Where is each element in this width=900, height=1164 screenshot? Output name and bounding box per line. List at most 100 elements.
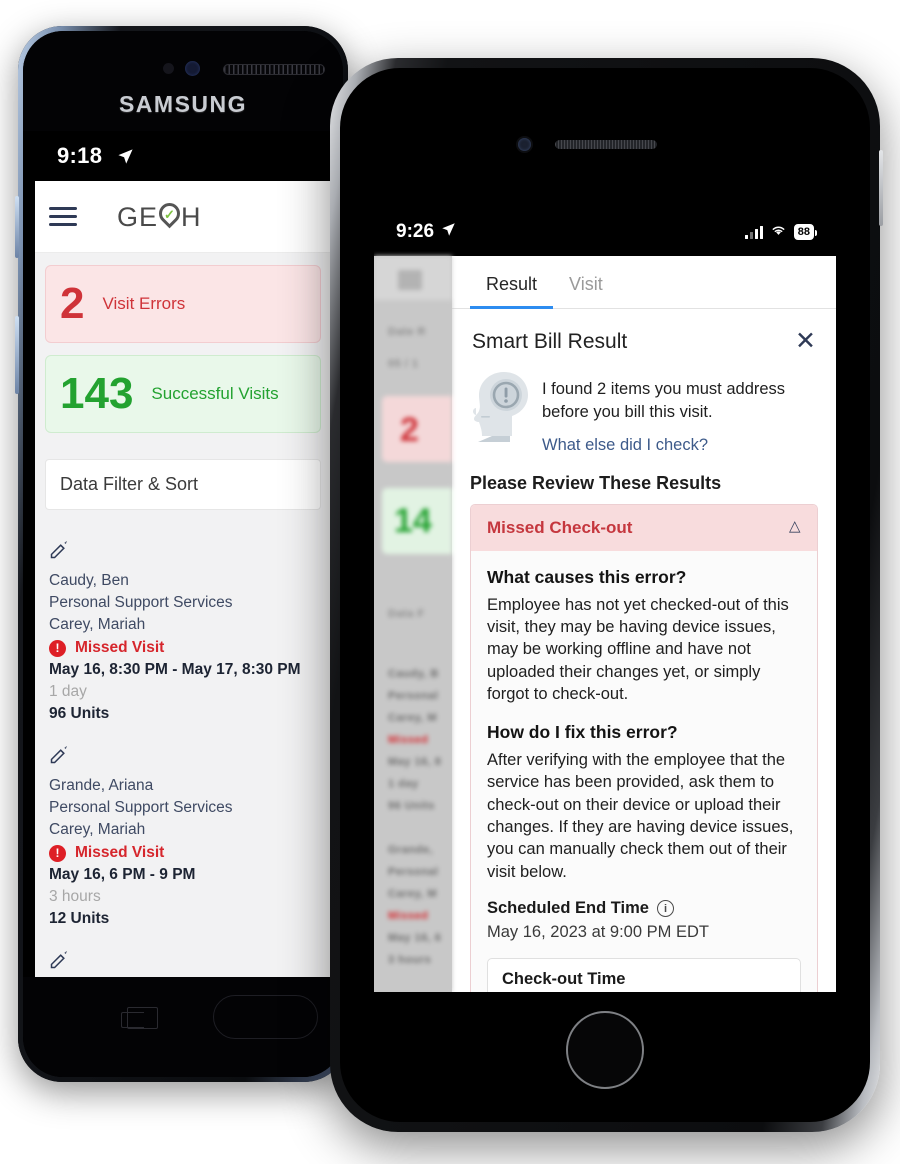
list-item[interactable]: Caudy, Ben Personal Support Services Car… [49, 526, 317, 731]
modal-tabs: Result Visit [452, 256, 836, 309]
visit-errors-label: Visit Errors [102, 294, 186, 313]
review-results-heading: Please Review These Results [470, 472, 722, 493]
location-arrow-icon [117, 145, 134, 171]
location-arrow-icon [441, 221, 456, 243]
samsung-top-bezel: SAMSUNG [23, 31, 343, 131]
visit-client-name: Grande, Ariana [49, 777, 154, 794]
data-filter-sort-bar[interactable]: Data Filter & Sort [45, 459, 321, 510]
earpiece-speaker-icon [555, 140, 657, 149]
backdrop-filter-label: Data F [388, 608, 425, 620]
backdrop-row-text: 1 day [388, 778, 419, 790]
successful-visits-count: 143 [60, 369, 134, 418]
backdrop-menu-icon [398, 270, 422, 290]
iphone-device: 9:26 88 Date R 05 / 1 2 14 Data F Caudy,… [330, 58, 883, 1132]
samsung-recents-button[interactable] [121, 1007, 158, 1029]
backdrop-row-text: Missed [388, 734, 429, 746]
visit-service: Personal Support Services [49, 594, 233, 611]
geoh-logo: GE ✓ H [117, 198, 202, 233]
tab-visit[interactable]: Visit [553, 256, 619, 308]
alert-circle-icon: ! [49, 844, 66, 862]
info-icon[interactable]: i [656, 900, 674, 918]
geoh-logo-right: H [181, 201, 202, 232]
answer-cause: Employee has not yet checked-out of this… [487, 595, 789, 704]
samsung-status-bar: 9:18 [35, 131, 331, 181]
status-badge: ! Missed Visit [49, 639, 317, 657]
front-camera-icon [185, 61, 200, 76]
visit-duration: 1 day [49, 683, 87, 700]
list-item[interactable]: Grande, Ariana Personal Support Services… [49, 731, 317, 936]
page-title: Smart Bill Result [472, 329, 628, 353]
iphone-content-body: Date R 05 / 1 2 14 Data F Caudy, B Person… [374, 256, 836, 992]
scheduled-end-time-value: May 16, 2023 at 9:00 PM EDT [487, 923, 709, 942]
ai-head-alert-icon [470, 368, 532, 444]
samsung-volume-up-button[interactable] [15, 196, 19, 258]
visit-units: 96 Units [49, 705, 110, 722]
iphone-status-bar: 9:26 88 [374, 208, 836, 256]
samsung-display: SAMSUNG 9:18 GE ✓ H 2 Visit Errors 143 S… [23, 31, 343, 1077]
samsung-volume-down-button[interactable] [15, 316, 19, 394]
accordion-missed-checkout: Missed Check-out ▽ What causes this erro… [470, 503, 818, 992]
backdrop-row-text: Personal [388, 866, 439, 878]
visit-client-name: Caudy, Ben [49, 572, 129, 589]
list-item[interactable]: Dixon, Jefferson L [49, 936, 317, 977]
visit-list: Caudy, Ben Personal Support Services Car… [35, 526, 331, 977]
status-badge: ! Missed Visit [49, 844, 317, 862]
samsung-bottom-bezel [23, 977, 343, 1077]
samsung-phone-device: SAMSUNG 9:18 GE ✓ H 2 Visit Errors 143 S… [15, 26, 348, 1082]
chevron-up-icon[interactable]: ▽ [789, 519, 801, 537]
geoh-app-screen: GE ✓ H 2 Visit Errors 143 Successful Vis… [35, 181, 331, 977]
accordion-title: Missed Check-out [487, 517, 633, 537]
what-else-did-i-check-link[interactable]: What else did I check? [542, 436, 708, 455]
ai-message-text: I found 2 items you must address before … [542, 380, 786, 421]
visit-employee: Carey, Mariah [49, 616, 146, 633]
ai-message-block: I found 2 items you must address before … [542, 368, 818, 455]
question-cause: What causes this error? [487, 566, 687, 587]
stat-card-visit-errors[interactable]: 2 Visit Errors [45, 265, 321, 343]
backdrop-row-text: Missed [388, 910, 429, 922]
backdrop-row-text: May 16, 8 [388, 756, 442, 768]
iphone-power-button[interactable] [879, 150, 883, 226]
geoh-logo-left: GE [117, 201, 159, 232]
backdrop-row-text: Grande, [388, 844, 434, 856]
earpiece-speaker-icon [223, 64, 325, 75]
modal-scroll-area[interactable]: Smart Bill Result ✕ I found 2 items you … [452, 309, 836, 992]
backdrop-row-text: May 16, 6 [388, 932, 442, 944]
iphone-home-button[interactable] [566, 1011, 644, 1089]
modal-header: Smart Bill Result ✕ [452, 309, 836, 360]
backdrop-row-text: Carey, M [388, 888, 438, 900]
samsung-brand-label: SAMSUNG [118, 91, 248, 117]
visit-errors-count: 2 [60, 279, 85, 328]
backdrop-error-count: 2 [400, 411, 419, 449]
scheduled-end-time-label: Scheduled End Time [487, 899, 649, 918]
blurred-dashboard-backdrop: Date R 05 / 1 2 14 Data F Caudy, B Person… [374, 256, 452, 992]
backdrop-row-text: 3 hours [388, 954, 432, 966]
visit-status-text: Missed Visit [75, 639, 165, 656]
check-out-time-field[interactable]: Check-out Time 00 / 00 / 0000 00 : 00 AM… [487, 958, 801, 992]
tab-result[interactable]: Result [470, 256, 554, 309]
close-icon[interactable]: ✕ [795, 329, 816, 354]
front-camera-icon [518, 138, 531, 151]
edit-pencil-icon[interactable] [49, 540, 69, 560]
visit-units: 12 Units [49, 910, 110, 927]
ai-message-row: I found 2 items you must address before … [452, 360, 836, 459]
edit-pencil-icon[interactable] [49, 950, 69, 970]
stat-card-successful-visits[interactable]: 143 Successful Visits [45, 355, 321, 433]
backdrop-row-text: Caudy, B [388, 668, 439, 680]
edit-pencil-icon[interactable] [49, 745, 69, 765]
visit-timerange: May 16, 8:30 PM - May 17, 8:30 PM [49, 661, 301, 678]
samsung-status-time: 9:18 [57, 143, 134, 169]
samsung-home-button[interactable] [213, 995, 318, 1039]
accordion-body: What causes this error? Employee has not… [471, 550, 817, 992]
visit-employee: Carey, Mariah [49, 821, 146, 838]
app-header: GE ✓ H [35, 181, 331, 253]
backdrop-row-text: Personal [388, 690, 439, 702]
battery-indicator: 88 [793, 224, 818, 240]
accordion-header[interactable]: Missed Check-out ▽ [471, 504, 817, 551]
answer-fix: After verifying with the employee that t… [487, 750, 794, 881]
iphone-display: 9:26 88 Date R 05 / 1 2 14 Data F Caudy,… [340, 68, 870, 1122]
question-fix: How do I fix this error? [487, 721, 678, 742]
visit-status-text: Missed Visit [75, 844, 165, 861]
backdrop-success-count: 14 [394, 502, 432, 540]
visit-timerange: May 16, 6 PM - 9 PM [49, 866, 196, 883]
hamburger-menu-icon[interactable] [49, 207, 77, 226]
